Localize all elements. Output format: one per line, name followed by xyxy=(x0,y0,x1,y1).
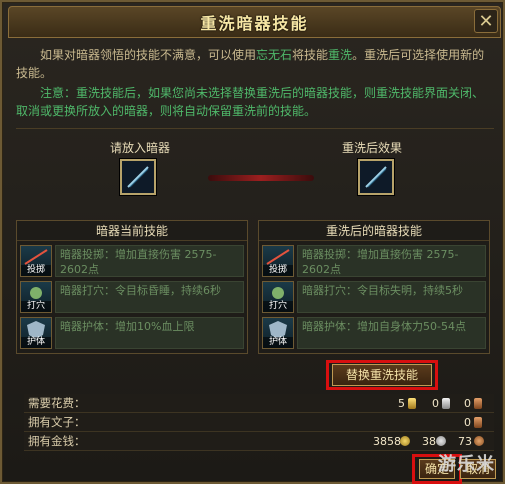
needle-icon xyxy=(127,166,149,188)
skill-icon-label: 打穴 xyxy=(263,301,293,312)
need-cost-label: 需要花费： xyxy=(28,396,86,410)
copper-coin-icon xyxy=(474,436,484,446)
guard-skill-icon: 护体 xyxy=(20,317,52,349)
own-gold-value: 3858 xyxy=(373,435,401,448)
instruction-text: 如果对暗器领悟的技能不满意，可以使用 xyxy=(40,48,257,62)
transform-arrow xyxy=(208,175,314,181)
action-name: 重洗 xyxy=(328,48,353,62)
cost-row-money: 拥有金钱： 3858 38 73 xyxy=(24,432,494,451)
close-button[interactable]: ✕ xyxy=(474,9,498,33)
input-slot-label: 请放入暗器 xyxy=(110,141,171,155)
item-name: 忘无石 xyxy=(256,48,293,62)
need-copper-value: 0 xyxy=(464,397,471,410)
skill-icon-label: 护体 xyxy=(21,337,51,348)
acupoint-skill-icon: 打穴 xyxy=(20,281,52,313)
own-silver-value: 38 xyxy=(422,435,436,448)
input-weapon-slot[interactable] xyxy=(120,159,156,195)
skill-icon-label: 打穴 xyxy=(21,301,51,312)
guard-skill-icon: 护体 xyxy=(262,317,294,349)
skill-description: 暗器打穴：令目标昏睡，持续6秒 xyxy=(55,281,244,313)
need-gold-value: 5 xyxy=(398,397,405,410)
new-skills-title: 重洗后的暗器技能 xyxy=(259,221,489,241)
own-stone-value: 0 xyxy=(464,416,471,429)
skill-description: 暗器投掷：增加直接伤害 2575-2602点 xyxy=(55,245,244,277)
acupoint-skill-icon: 打穴 xyxy=(262,281,294,313)
need-silver-value: 0 xyxy=(432,397,439,410)
skill-row[interactable]: 打穴 暗器打穴：令目标昏睡，持续6秒 xyxy=(20,281,244,315)
skill-description: 暗器护体：增加自身体力50-54点 xyxy=(297,317,486,349)
skill-row[interactable]: 投掷 暗器投掷：增加直接伤害 2575-2602点 xyxy=(20,245,244,279)
skill-icon-label: 护体 xyxy=(263,337,293,348)
window-title: 重洗暗器技能 xyxy=(200,14,309,33)
skill-description: 暗器打穴：令目标失明，持续5秒 xyxy=(297,281,486,313)
title-bar[interactable]: 重洗暗器技能 ✕ xyxy=(8,6,501,38)
skill-description: 暗器投掷：增加直接伤害 2575-2602点 xyxy=(297,245,486,277)
skill-row[interactable]: 护体 暗器护体：增加10%血上限 xyxy=(20,317,244,351)
reroll-skill-window: 重洗暗器技能 ✕ 如果对暗器领悟的技能不满意，可以使用忘无石将技能重洗。重洗后可… xyxy=(0,0,505,484)
instruction-text: 将技能 xyxy=(292,48,329,62)
own-copper-value: 73 xyxy=(458,435,472,448)
slot-area: 请放入暗器 重洗后效果 xyxy=(16,128,494,212)
replace-skill-button[interactable]: 替换重洗技能 xyxy=(332,364,432,386)
throw-skill-icon: 投掷 xyxy=(262,245,294,277)
gold-ingot-icon xyxy=(408,398,416,409)
instruction-paragraph: 如果对暗器领悟的技能不满意，可以使用忘无石将技能重洗。重洗后可选择使用新的技能。 xyxy=(16,46,494,82)
current-skills-title: 暗器当前技能 xyxy=(17,221,247,241)
skill-description: 暗器护体：增加10%血上限 xyxy=(55,317,244,349)
note-paragraph: 注意：重洗技能后，如果您尚未选择替换重洗后的暗器技能，则重洗技能界面关闭、取消或… xyxy=(16,86,485,118)
copper-ingot-icon xyxy=(474,398,482,409)
needle-icon xyxy=(365,166,387,188)
stone-icon xyxy=(474,417,482,428)
result-weapon-slot xyxy=(358,159,394,195)
new-skills-panel: 重洗后的暗器技能 投掷 暗器投掷：增加直接伤害 2575-2602点 打穴 暗器… xyxy=(258,220,490,354)
skill-icon-label: 投掷 xyxy=(263,265,293,276)
silver-ingot-icon xyxy=(442,398,450,409)
current-skills-panel: 暗器当前技能 投掷 暗器投掷：增加直接伤害 2575-2602点 打穴 暗器打穴… xyxy=(16,220,248,354)
gold-coin-icon xyxy=(400,436,410,446)
result-slot-label: 重洗后效果 xyxy=(342,141,403,155)
silver-coin-icon xyxy=(436,436,446,446)
own-money-label: 拥有金钱： xyxy=(28,434,86,448)
throw-skill-icon: 投掷 xyxy=(20,245,52,277)
skill-row[interactable]: 打穴 暗器打穴：令目标失明，持续5秒 xyxy=(262,281,486,315)
watermark-logo: 游乐米 xyxy=(438,454,495,475)
cost-row-need: 需要花费： 5 0 0 xyxy=(24,394,494,413)
skill-row[interactable]: 护体 暗器护体：增加自身体力50-54点 xyxy=(262,317,486,351)
skill-row[interactable]: 投掷 暗器投掷：增加直接伤害 2575-2602点 xyxy=(262,245,486,279)
skill-icon-label: 投掷 xyxy=(21,265,51,276)
cost-table: 需要花费： 5 0 0 拥有文子： 0 拥有金钱： 3858 38 73 xyxy=(24,394,494,451)
instructions: 如果对暗器领悟的技能不满意，可以使用忘无石将技能重洗。重洗后可选择使用新的技能。… xyxy=(16,46,494,122)
cost-row-stone: 拥有文子： 0 xyxy=(24,413,494,432)
own-stone-label: 拥有文子： xyxy=(28,415,86,429)
